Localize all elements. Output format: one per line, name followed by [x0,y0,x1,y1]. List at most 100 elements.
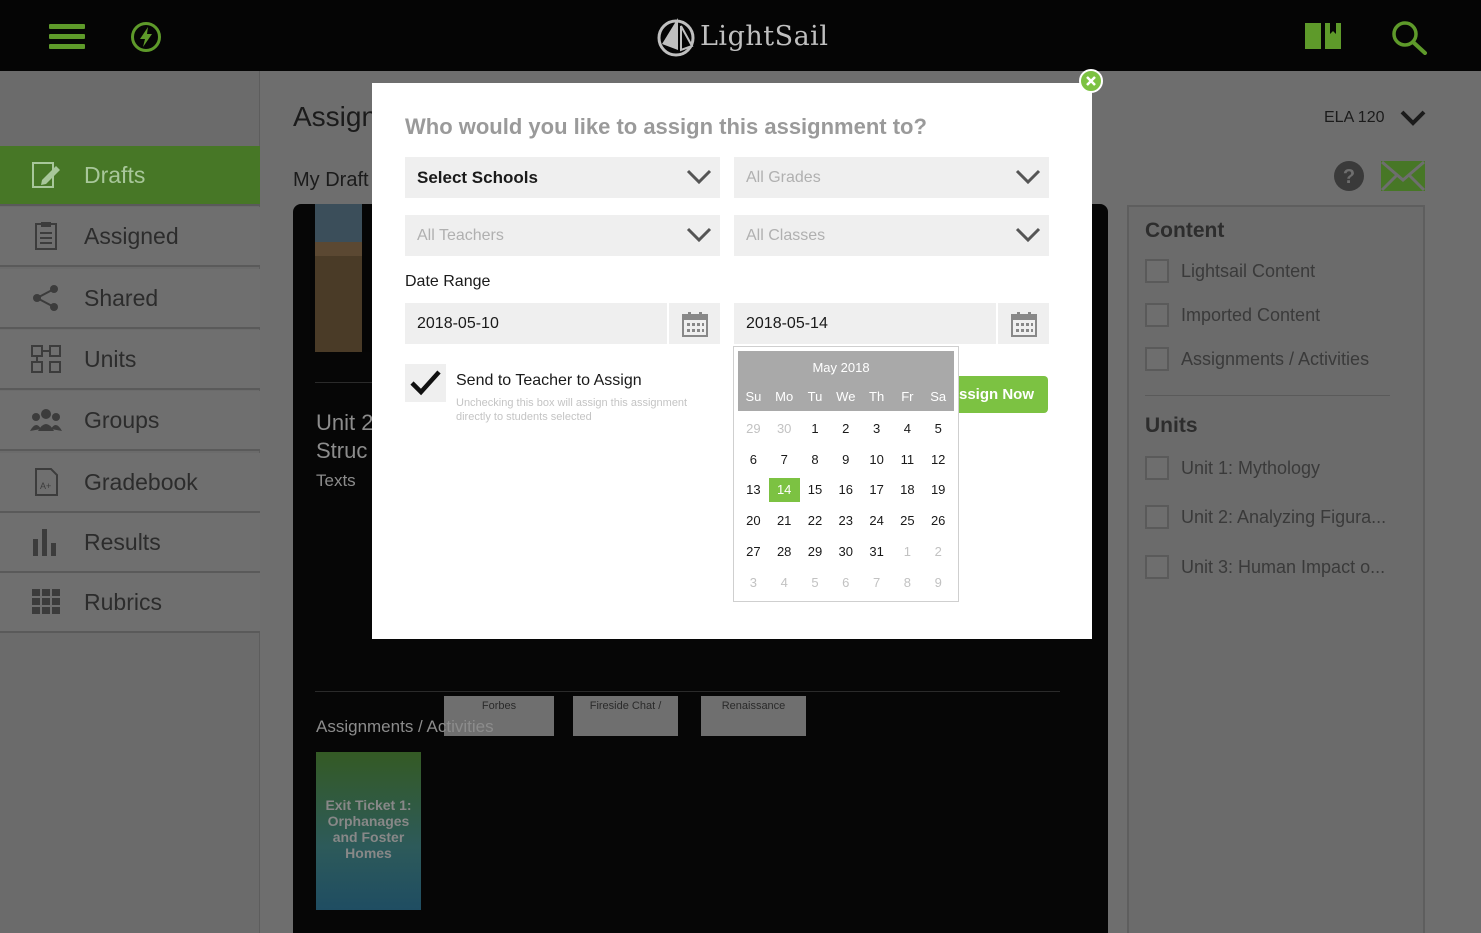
calendar-day[interactable]: 9 [830,452,861,467]
calendar-day[interactable]: 29 [800,544,831,559]
calendar-week: 20 21 22 23 24 25 26 [738,505,954,536]
calendar-day[interactable]: 30 [830,544,861,559]
calendar-day[interactable]: 12 [923,452,954,467]
unit-title: Unit 2 Struc [316,410,374,463]
assign-now-button[interactable]: ssign Now [952,376,1048,413]
checkbox[interactable] [1145,259,1169,283]
filter-assignments[interactable]: Assignments / Activities [1145,347,1369,371]
calendar-day[interactable]: 5 [923,421,954,436]
chevron-down-icon [1015,227,1041,243]
checkbox[interactable] [1145,303,1169,327]
menu-icon[interactable] [49,24,85,50]
lightning-icon[interactable] [130,21,162,53]
calendar-day[interactable]: 4 [892,421,923,436]
calendar-day[interactable]: 13 [738,482,769,497]
calendar-day[interactable]: 2 [923,544,954,559]
calendar-day[interactable]: 6 [830,575,861,590]
calendar-day[interactable]: 5 [800,575,831,590]
filter-lightsail-content[interactable]: Lightsail Content [1145,259,1315,283]
sidebar-item-drafts[interactable]: Drafts [0,146,260,206]
sidebar-item-results[interactable]: Results [0,513,260,573]
content-heading: Content [1145,219,1225,242]
calendar-icon [1010,311,1037,337]
sidebar-item-assigned[interactable]: Assigned [0,207,260,267]
assignment-card[interactable]: Exit Ticket 1: Orphanages and Foster Hom… [316,752,421,910]
search-icon[interactable] [1390,19,1428,55]
schools-dropdown[interactable]: Select Schools [405,157,720,198]
start-date-input[interactable]: 2018-05-10 [405,303,720,344]
calendar-button[interactable] [996,303,1049,344]
calendar-day[interactable]: 28 [769,544,800,559]
sidebar-item-shared[interactable]: Shared [0,269,260,329]
filter-unit-3[interactable]: Unit 3: Human Impact o... [1145,555,1385,579]
calendar-day[interactable]: 20 [738,513,769,528]
calendar-day[interactable]: 7 [861,575,892,590]
calendar-day[interactable]: 8 [892,575,923,590]
calendar-day[interactable]: 10 [861,452,892,467]
calendar-day[interactable]: 30 [769,421,800,436]
calendar-week: 3456789 [738,567,954,598]
sidebar-item-gradebook[interactable]: A+ Gradebook [0,453,260,513]
calendar-day[interactable]: 1 [800,421,831,436]
calendar-day[interactable]: 29 [738,421,769,436]
chevron-down-icon[interactable] [1400,109,1426,127]
filter-imported-content[interactable]: Imported Content [1145,303,1320,327]
filter-unit-1[interactable]: Unit 1: Mythology [1145,456,1320,480]
calendar-day[interactable]: 7 [769,452,800,467]
calendar-day[interactable]: 22 [800,513,831,528]
calendar-day[interactable]: 6 [738,452,769,467]
calendar-day[interactable]: 27 [738,544,769,559]
weekday-label: Tu [807,389,823,404]
grades-dropdown[interactable]: All Grades [734,157,1049,198]
calendar-day[interactable]: 23 [830,513,861,528]
date-picker-month[interactable]: May 2018 [738,360,944,375]
calendar-day[interactable]: 4 [769,575,800,590]
close-button[interactable] [1079,69,1103,93]
checkbox[interactable] [1145,505,1169,529]
calendar-day[interactable]: 3 [861,421,892,436]
calendar-day[interactable]: 19 [923,482,954,497]
mail-icon[interactable] [1380,160,1426,192]
help-icon[interactable]: ? [1333,160,1365,192]
book-icon[interactable] [1303,20,1343,52]
calendar-day[interactable]: 15 [800,482,831,497]
calendar-day[interactable]: 8 [800,452,831,467]
checkbox[interactable] [1145,456,1169,480]
teachers-dropdown[interactable]: All Teachers [405,215,720,256]
filter-unit-2[interactable]: Unit 2: Analyzing Figura... [1145,505,1386,529]
divider [1145,395,1390,396]
assign-modal: Who would you like to assign this assign… [372,83,1092,639]
calendar-day[interactable]: 26 [923,513,954,528]
send-to-teacher-help: Unchecking this box will assign this ass… [456,397,688,423]
calendar-day[interactable]: 1 [892,544,923,559]
sidebar-item-groups[interactable]: Groups [0,391,260,451]
send-to-teacher-checkbox[interactable] [405,364,446,402]
calendar-day[interactable]: 9 [923,575,954,590]
calendar-button[interactable] [667,303,720,344]
text-card[interactable]: Fireside Chat / [573,696,678,736]
calendar-week: 6 7 8 9 10 11 12 [738,444,954,475]
calendar-day[interactable]: 18 [892,482,923,497]
calendar-day[interactable]: 2 [830,421,861,436]
sidebar-item-rubrics[interactable]: Rubrics [0,573,260,633]
checkbox[interactable] [1145,347,1169,371]
calendar-day[interactable]: 17 [861,482,892,497]
calendar-day[interactable]: 16 [830,482,861,497]
calendar-day[interactable]: 3 [738,575,769,590]
text-card[interactable]: Renaissance [701,696,806,736]
calendar-day[interactable]: 14 [768,477,800,502]
units-icon [31,345,61,373]
sidebar-item-label: Results [84,528,161,555]
calendar-day[interactable]: 24 [861,513,892,528]
calendar-day[interactable]: 25 [892,513,923,528]
checkbox[interactable] [1145,555,1169,579]
calendar-day[interactable]: 21 [769,513,800,528]
classes-dropdown[interactable]: All Classes [734,215,1049,256]
calendar-day[interactable]: 11 [892,452,923,467]
course-selector[interactable]: ELA 120 [1324,109,1385,127]
sidebar-item-units[interactable]: Units [0,330,260,390]
calendar-week: 29 30 1 2 3 4 5 [738,413,954,444]
calendar-day[interactable]: 31 [861,544,892,559]
end-date-input[interactable]: 2018-05-14 [734,303,1049,344]
sidebar-item-label: Groups [84,406,160,433]
